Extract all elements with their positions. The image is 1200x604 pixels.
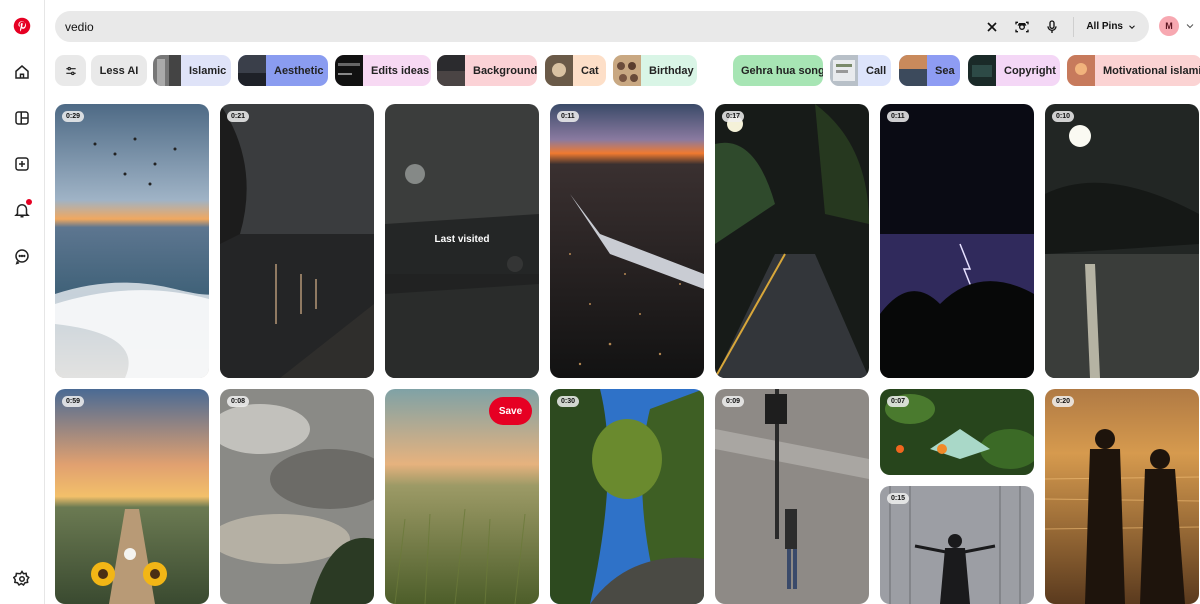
sidebar (0, 0, 45, 604)
pin-card[interactable]: 0:21 (220, 104, 374, 378)
account-chevron-down-icon[interactable] (1184, 20, 1196, 32)
chip-label: Gehra hua song (741, 64, 823, 77)
avatar[interactable]: M (1159, 16, 1179, 36)
chip-islamic[interactable]: Islamic (153, 55, 231, 86)
video-duration: 0:17 (722, 111, 745, 122)
search-input[interactable] (65, 19, 965, 34)
chip-label: Sea (935, 64, 955, 77)
pin-image (715, 104, 869, 378)
pin-card[interactable]: 0:17 (715, 104, 869, 378)
video-duration: 0:21 (227, 111, 250, 122)
chip-thumbnail (153, 55, 181, 86)
pin-image (1045, 389, 1199, 604)
chip-thumbnail (899, 55, 927, 86)
chip-label: Less AI (99, 64, 139, 77)
chip-label: Edits ideas (371, 64, 430, 77)
visual-search-icon[interactable] (1007, 11, 1037, 42)
video-duration: 0:20 (1052, 396, 1075, 407)
video-duration: 0:08 (227, 396, 250, 407)
chip-edits-ideas[interactable]: Edits ideas (335, 55, 431, 86)
chip-label: Birthday (649, 64, 694, 77)
pin-image (55, 104, 209, 378)
pin-card[interactable]: 0:07 (880, 389, 1034, 475)
notification-dot (26, 199, 32, 205)
pin-filter-label: All Pins (1086, 21, 1123, 32)
pin-card[interactable]: Last visited (385, 104, 539, 378)
settings-icon[interactable] (9, 566, 35, 592)
video-duration: 0:59 (62, 396, 85, 407)
chip-label: Background (473, 64, 537, 77)
divider (1073, 16, 1075, 37)
video-duration: 0:07 (887, 396, 910, 407)
pin-image (550, 389, 704, 604)
chip-gehra-hua-song[interactable]: Gehra hua song (733, 55, 823, 86)
pin-card[interactable]: 0:11 (880, 104, 1034, 378)
video-duration: 0:09 (722, 396, 745, 407)
video-duration: 0:11 (557, 111, 579, 122)
pin-card[interactable]: 0:09 (715, 389, 869, 604)
microphone-icon[interactable] (1037, 11, 1067, 42)
chip-birthday[interactable]: Birthday (613, 55, 697, 86)
notifications-icon[interactable] (9, 197, 35, 223)
pin-image (550, 104, 704, 378)
chip-thumbnail (437, 55, 465, 86)
pin-card[interactable]: 0:29 (55, 104, 209, 378)
pin-image (220, 389, 374, 604)
chip-background[interactable]: Background (437, 55, 537, 86)
video-duration: 0:15 (887, 493, 910, 504)
chip-copyright[interactable]: Copyright (968, 55, 1060, 86)
chip-thumbnail (238, 55, 266, 86)
pin-image (1045, 104, 1199, 378)
pinterest-logo-icon[interactable] (9, 13, 35, 39)
pin-image (55, 389, 209, 604)
explore-icon[interactable] (9, 105, 35, 131)
pin-card[interactable]: 0:20 (1045, 389, 1199, 604)
chip-label: Motivational islamic (1103, 64, 1200, 77)
chip-label: Islamic (189, 64, 227, 77)
pin-card[interactable]: 0:59 (55, 389, 209, 604)
chip-label: Aesthetic (274, 64, 324, 77)
last-visited-label: Last visited (434, 234, 490, 245)
chip-less-ai[interactable]: Less AI (91, 55, 147, 86)
pin-card[interactable]: Save (385, 389, 539, 604)
chevron-down-icon (1129, 24, 1135, 29)
chip-aesthetic[interactable]: Aesthetic (238, 55, 328, 86)
create-icon[interactable] (9, 151, 35, 177)
video-duration: 0:29 (62, 111, 85, 122)
video-duration: 0:30 (557, 396, 580, 407)
pin-image (715, 389, 869, 604)
pin-card[interactable]: 0:08 (220, 389, 374, 604)
chip-cat[interactable]: Cat (545, 55, 606, 86)
chip-label: Call (866, 64, 887, 77)
chip-call[interactable]: Call (830, 55, 891, 86)
pin-card[interactable]: 0:15 (880, 486, 1034, 604)
chip-thumbnail (1067, 55, 1095, 86)
chip-motivational-islamic[interactable]: Motivational islamic (1067, 55, 1200, 86)
pin-filter-dropdown[interactable]: All Pins (1080, 21, 1149, 32)
home-icon[interactable] (9, 59, 35, 85)
filter-settings-icon[interactable] (55, 55, 86, 86)
messages-icon[interactable] (9, 243, 35, 269)
video-duration: 0:10 (1052, 111, 1075, 122)
pin-card[interactable]: 0:10 (1045, 104, 1199, 378)
chip-label: Copyright (1004, 64, 1056, 77)
save-button[interactable]: Save (489, 397, 532, 425)
pin-image (220, 104, 374, 378)
search-bar: All Pins (55, 11, 1149, 42)
video-duration: 0:11 (887, 111, 909, 122)
filter-chips: Less AI Islamic Aesthetic Edits ideas Ba… (55, 55, 1200, 86)
chip-thumbnail (830, 55, 858, 86)
chip-thumbnail (613, 55, 641, 86)
chip-thumbnail (968, 55, 996, 86)
pin-card[interactable]: 0:30 (550, 389, 704, 604)
chip-sea[interactable]: Sea (899, 55, 960, 86)
clear-search-icon[interactable] (977, 11, 1007, 42)
pin-card[interactable]: 0:11 (550, 104, 704, 378)
chip-thumbnail (335, 55, 363, 86)
chip-thumbnail (545, 55, 573, 86)
chip-label: Cat (581, 64, 599, 77)
pin-image (880, 104, 1034, 378)
